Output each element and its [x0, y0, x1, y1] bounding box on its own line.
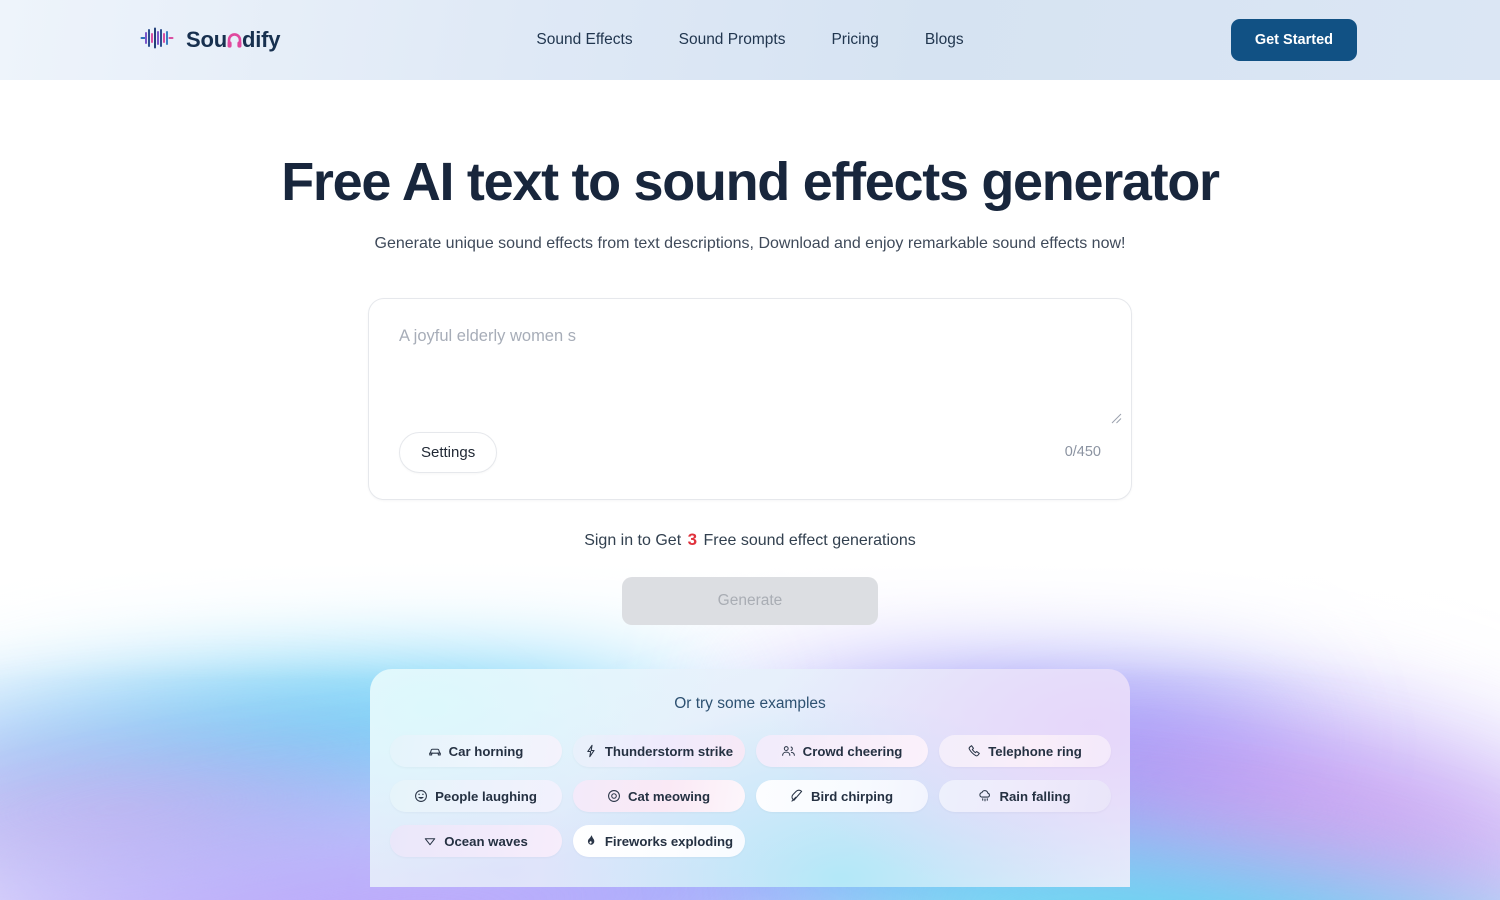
flame-icon — [584, 834, 598, 848]
chip-label: Car horning — [448, 743, 524, 759]
phone-icon — [967, 744, 981, 758]
chip-label: Ocean waves — [444, 833, 528, 849]
examples-panel: Or try some examples Car horning Thunder… — [370, 669, 1130, 887]
car-icon — [428, 744, 442, 758]
prompt-input[interactable] — [399, 325, 1101, 422]
example-chip-telephone-ring[interactable]: Telephone ring — [938, 735, 1111, 768]
example-chip-fireworks-exploding[interactable]: Fireworks exploding — [572, 825, 745, 858]
chip-label: Cat meowing — [627, 788, 711, 804]
nav-sound-prompts[interactable]: Sound Prompts — [679, 31, 786, 49]
settings-button[interactable]: Settings — [399, 431, 498, 473]
page-title: Free AI text to sound effects generator — [281, 152, 1220, 212]
triangle-down-icon — [423, 834, 437, 848]
nav-pricing[interactable]: Pricing — [831, 31, 878, 49]
chip-label: Fireworks exploding — [604, 833, 734, 849]
example-chip-rain-falling[interactable]: Rain falling — [938, 780, 1111, 813]
smiley-icon — [414, 789, 428, 803]
free-generation-count: 3 — [687, 530, 698, 550]
logo-text-after: dify — [241, 27, 281, 52]
prompt-footer: Settings 0/450 — [369, 423, 1131, 499]
generate-button[interactable]: Generate — [622, 577, 878, 626]
logo-text-before: Sou — [186, 27, 227, 52]
signin-text-before: Sign in to Get — [584, 532, 682, 550]
nav-sound-effects[interactable]: Sound Effects — [536, 31, 632, 49]
headphone-icon — [227, 31, 242, 48]
example-chip-ocean-waves[interactable]: Ocean waves — [389, 825, 562, 858]
chip-label: People laughing — [435, 788, 537, 804]
example-chip-thunderstorm-strike[interactable]: Thunderstorm strike — [572, 735, 745, 768]
nav-blogs[interactable]: Blogs — [925, 31, 964, 49]
signin-prompt: Sign in to Get 3 Free sound effect gener… — [584, 530, 916, 550]
chip-label: Thunderstorm strike — [604, 743, 734, 759]
waveform-icon — [140, 27, 174, 54]
feather-icon — [790, 789, 804, 803]
main-nav: Sound Effects Sound Prompts Pricing Blog… — [536, 31, 963, 49]
paw-circle-icon — [607, 789, 621, 803]
example-chip-bird-chirping[interactable]: Bird chirping — [755, 780, 928, 813]
signin-text-after: Free sound effect generations — [703, 532, 916, 550]
chip-label: Telephone ring — [988, 743, 1082, 759]
site-header: Sou dify Sound Effects Sound Prompts Pric… — [0, 0, 1500, 80]
example-chip-crowd-cheering[interactable]: Crowd cheering — [755, 735, 928, 768]
page-root: Sou dify Sound Effects Sound Prompts Pric… — [0, 0, 1500, 900]
lightning-icon — [584, 744, 598, 758]
char-counter: 0/450 — [1064, 444, 1101, 461]
logo-text: Sou dify — [186, 27, 280, 53]
chip-label: Bird chirping — [810, 788, 894, 804]
example-chip-cat-meowing[interactable]: Cat meowing — [572, 780, 745, 813]
example-chip-car-horning[interactable]: Car horning — [389, 735, 562, 768]
prompt-card: Settings 0/450 — [368, 298, 1132, 501]
example-chip-grid: Car horning Thunderstorm strike Crowd ch… — [389, 735, 1111, 858]
main-content: Free AI text to sound effects generator … — [0, 80, 1500, 887]
resize-handle-icon[interactable] — [1111, 411, 1122, 424]
people-icon — [781, 744, 796, 758]
get-started-button[interactable]: Get Started — [1230, 19, 1357, 61]
examples-title: Or try some examples — [674, 695, 826, 713]
rain-cloud-icon — [978, 789, 992, 803]
logo[interactable]: Sou dify — [140, 27, 280, 54]
chip-label: Rain falling — [999, 788, 1071, 804]
page-subtitle: Generate unique sound effects from text … — [374, 235, 1126, 253]
example-chip-people-laughing[interactable]: People laughing — [389, 780, 562, 813]
chip-label: Crowd cheering — [802, 743, 903, 759]
